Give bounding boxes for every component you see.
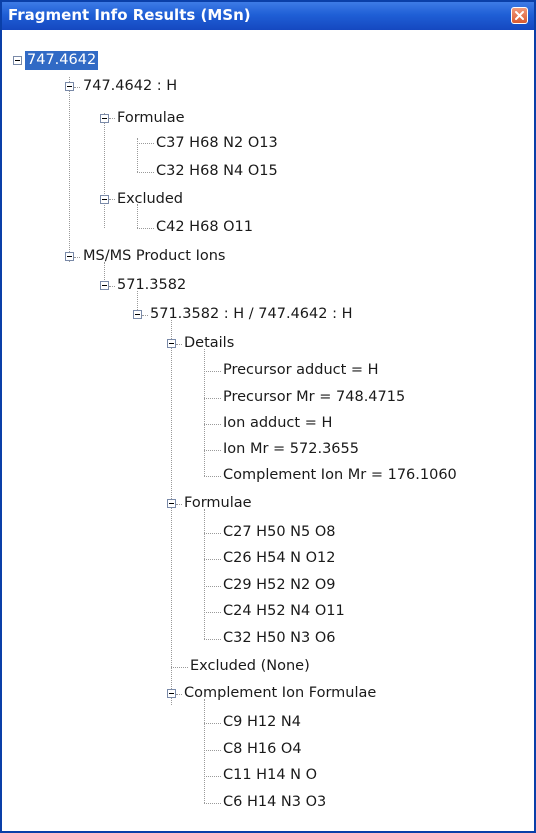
collapse-toggle-icon[interactable]	[100, 114, 109, 123]
complement-formula-item[interactable]: C11 H14 N O	[221, 766, 319, 785]
formula-item[interactable]: C24 H52 N4 O11	[221, 602, 347, 621]
collapse-toggle-icon[interactable]	[167, 339, 176, 348]
collapse-toggle-icon[interactable]	[100, 195, 109, 204]
fragment-info-window: Fragment Info Results (MSn) 747.4642 747…	[0, 0, 536, 833]
formula-item[interactable]: C32 H68 N4 O15	[154, 162, 280, 181]
formula-item[interactable]: C26 H54 N O12	[221, 549, 337, 568]
title-bar[interactable]: Fragment Info Results (MSn)	[2, 2, 534, 30]
tree-node-product-ion[interactable]: 571.3582	[115, 276, 188, 295]
detail-item[interactable]: Complement Ion Mr = 176.1060	[221, 466, 459, 485]
tree-node-formulae[interactable]: Formulae	[115, 109, 187, 128]
tree-node-details[interactable]: Details	[182, 334, 236, 353]
collapse-toggle-icon[interactable]	[167, 689, 176, 698]
tree-node-formulae[interactable]: Formulae	[182, 494, 254, 513]
formula-item[interactable]: C27 H50 N5 O8	[221, 523, 337, 542]
formula-item[interactable]: C37 H68 N2 O13	[154, 134, 280, 153]
complement-formula-item[interactable]: C9 H12 N4	[221, 713, 303, 732]
detail-item[interactable]: Ion adduct = H	[221, 414, 334, 433]
window-title: Fragment Info Results (MSn)	[8, 6, 251, 24]
excluded-item[interactable]: C42 H68 O11	[154, 218, 255, 237]
collapse-toggle-icon[interactable]	[100, 281, 109, 290]
close-icon	[515, 11, 524, 20]
tree-node-msms-product-ions[interactable]: MS/MS Product Ions	[81, 247, 227, 266]
complement-formula-item[interactable]: C8 H16 O4	[221, 740, 304, 759]
tree-node-adduct[interactable]: 747.4642 : H	[81, 77, 179, 96]
tree-node-root[interactable]: 747.4642	[25, 51, 99, 70]
tree-node-ion-detail[interactable]: 571.3582 : H / 747.4642 : H	[148, 305, 355, 324]
tree-node-complement-ion-formulae[interactable]: Complement Ion Formulae	[182, 684, 378, 703]
collapse-toggle-icon[interactable]	[65, 82, 74, 91]
tree-node-excluded[interactable]: Excluded	[115, 190, 185, 209]
collapse-toggle-icon[interactable]	[65, 252, 74, 261]
close-button[interactable]	[511, 7, 528, 24]
detail-item[interactable]: Precursor adduct = H	[221, 361, 381, 380]
collapse-toggle-icon[interactable]	[167, 499, 176, 508]
collapse-toggle-icon[interactable]	[133, 310, 142, 319]
detail-item[interactable]: Ion Mr = 572.3655	[221, 440, 361, 459]
collapse-toggle-icon[interactable]	[13, 56, 22, 65]
fragment-tree: 747.4642 747.4642 : H Formulae C37 H68 N…	[2, 30, 534, 831]
formula-item[interactable]: C29 H52 N2 O9	[221, 576, 337, 595]
detail-item[interactable]: Precursor Mr = 748.4715	[221, 388, 407, 407]
complement-formula-item[interactable]: C6 H14 N3 O3	[221, 793, 328, 812]
formula-item[interactable]: C32 H50 N3 O6	[221, 629, 337, 648]
tree-node-excluded-none[interactable]: Excluded (None)	[188, 657, 312, 676]
